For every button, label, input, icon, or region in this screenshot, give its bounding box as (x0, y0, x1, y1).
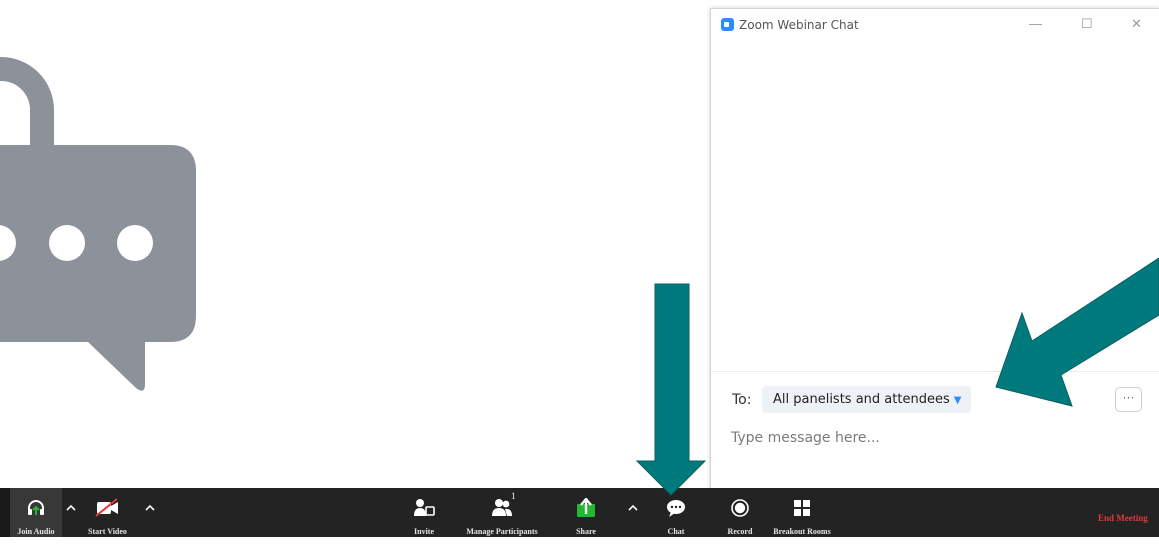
diagonal-arrow-annotation (995, 257, 1159, 407)
annotation-arrows (635, 257, 1159, 496)
down-arrow-annotation (635, 283, 707, 496)
